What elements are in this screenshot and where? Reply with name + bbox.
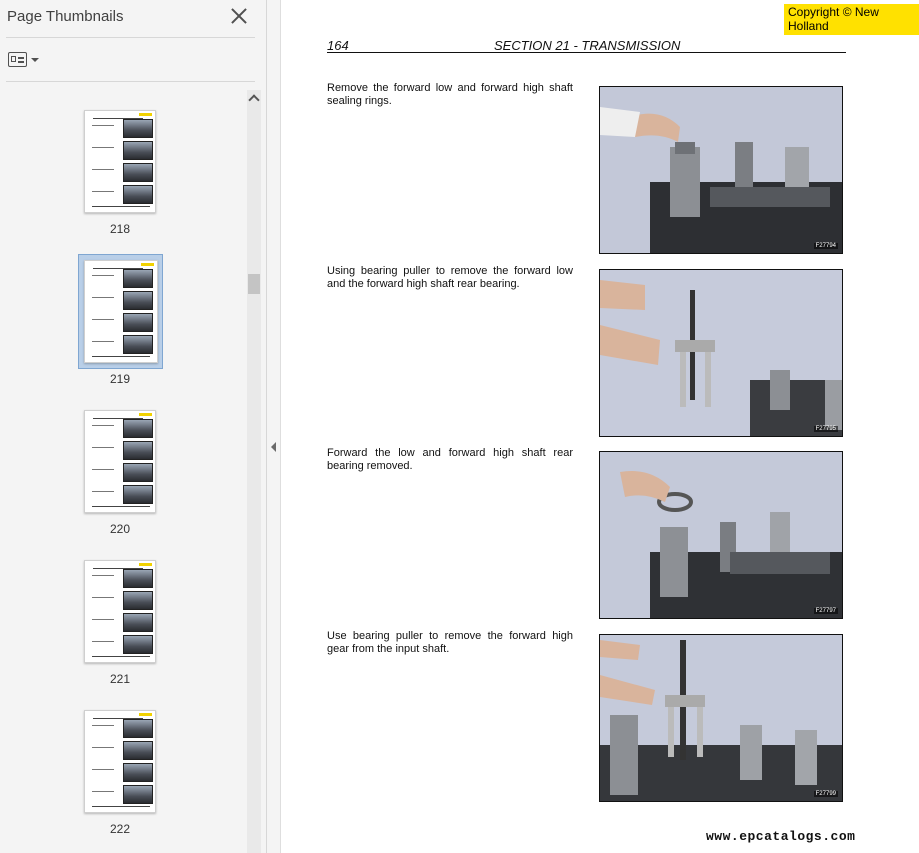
scrollbar-thumb[interactable] xyxy=(248,274,260,294)
step-photo: F27799 xyxy=(599,634,843,802)
thumbnail-scrollbar[interactable] xyxy=(247,90,261,853)
step-text: Remove the forward low and forward high … xyxy=(327,82,573,107)
thumbnail-page-218[interactable] xyxy=(84,110,156,213)
thumbnail-label: 218 xyxy=(109,222,131,236)
step-photo: F27797 xyxy=(599,451,843,619)
thumbnail-label: 222 xyxy=(109,822,131,836)
photo-code: F27799 xyxy=(813,791,838,797)
header-rule xyxy=(327,52,846,53)
photo-code: F27794 xyxy=(813,243,838,249)
divider xyxy=(6,37,255,38)
thumbnail-options-button[interactable] xyxy=(8,50,40,70)
thumbnail-label: 221 xyxy=(109,672,131,686)
section-title: SECTION 21 - TRANSMISSION xyxy=(494,38,681,53)
scroll-up-icon[interactable] xyxy=(248,94,260,106)
thumbnail-page-222[interactable] xyxy=(84,710,156,813)
step-text: Using bearing puller to remove the forwa… xyxy=(327,265,573,290)
thumbnail-options-icon xyxy=(8,52,27,67)
page-thumbnails-pane: Page Thumbnails 218 219 220 221 222 xyxy=(0,0,267,853)
transmission-photo xyxy=(600,452,842,618)
step-photo: F27795 xyxy=(599,269,843,437)
thumbnail-label: 220 xyxy=(109,522,131,536)
step-text: Use bearing puller to remove the forward… xyxy=(327,630,573,655)
thumbnail-page-220[interactable] xyxy=(84,410,156,513)
page-number: 164 xyxy=(327,38,349,53)
thumbnail-page-221[interactable] xyxy=(84,560,156,663)
step-photo: F27794 xyxy=(599,86,843,254)
copyright-stamp: Copyright © New Holland xyxy=(784,4,919,35)
pane-title: Page Thumbnails xyxy=(7,8,124,25)
photo-code: F27795 xyxy=(813,426,838,432)
thumbnail-page-219[interactable] xyxy=(84,260,158,363)
photo-code: F27797 xyxy=(813,608,838,614)
transmission-photo xyxy=(600,635,842,801)
thumbnail-list: 218 219 220 221 222 xyxy=(0,90,247,853)
collapse-pane-icon[interactable] xyxy=(271,442,276,452)
transmission-photo xyxy=(600,87,842,253)
thumbnail-label: 219 xyxy=(109,372,131,386)
pane-splitter[interactable] xyxy=(267,0,281,853)
close-icon[interactable] xyxy=(229,6,249,26)
divider xyxy=(6,81,255,82)
step-text: Forward the low and forward high shaft r… xyxy=(327,447,573,472)
watermark-text: www.epcatalogs.com xyxy=(706,829,856,844)
chevron-down-icon xyxy=(31,58,39,62)
document-page: Copyright © New Holland 164 SECTION 21 -… xyxy=(282,0,919,853)
transmission-photo xyxy=(600,270,842,436)
